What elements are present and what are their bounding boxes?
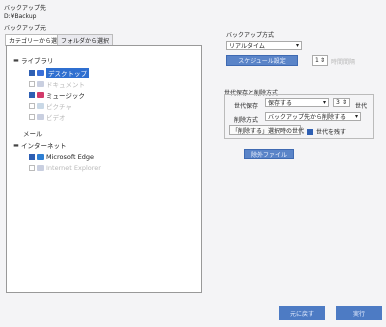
category-tree: ▬ ライブラリ デスクトップ ドキュメント ミュージック ピクチャ ビデオ メー… xyxy=(6,45,202,293)
gen-unit-label: 世代 xyxy=(355,103,368,110)
collapse-icon[interactable]: ▬ xyxy=(13,57,19,64)
tree-item-music[interactable]: ミュージック xyxy=(29,90,85,100)
tree-item-ie-label: Internet Explorer xyxy=(46,164,101,172)
checkbox-icon[interactable] xyxy=(29,103,35,109)
delete-method-value: バックアップ先から削除する xyxy=(268,114,347,121)
keep-generation-checkbox[interactable]: 世代を残す xyxy=(307,127,346,136)
tree-node-internet-label: インターネット xyxy=(21,142,67,150)
chevron-down-icon: ▾ xyxy=(295,42,299,49)
tree-item-pictures[interactable]: ピクチャ xyxy=(29,101,72,111)
delete-method-select[interactable]: バックアップ先から削除する ▾ xyxy=(265,112,361,121)
pictures-icon xyxy=(37,103,44,109)
checkbox-icon[interactable] xyxy=(29,114,35,120)
checkbox-icon[interactable] xyxy=(29,70,35,76)
stepper-arrows-icon[interactable]: ⇕ xyxy=(320,57,325,64)
gen-count-value: 3 xyxy=(336,99,340,106)
ie-icon xyxy=(37,165,44,171)
gen-count-stepper[interactable]: 3 ⇕ xyxy=(333,98,350,107)
tree-item-ie[interactable]: Internet Explorer xyxy=(29,164,101,172)
backup-dest-path: D:¥Backup xyxy=(4,13,37,20)
tree-item-pictures-label: ピクチャ xyxy=(46,103,72,111)
music-icon xyxy=(37,92,44,98)
tree-item-documents[interactable]: ドキュメント xyxy=(29,79,85,89)
schedule-button[interactable]: スケジュール設定 xyxy=(226,55,298,66)
tree-node-mail[interactable]: メール xyxy=(23,128,43,138)
tree-item-documents-label: ドキュメント xyxy=(46,81,85,89)
restore-button[interactable]: 元に戻す xyxy=(279,306,325,320)
collapse-icon[interactable]: ▬ xyxy=(13,142,19,149)
stepper-arrows-icon[interactable]: ⇕ xyxy=(342,99,347,106)
tree-item-desktop[interactable]: デスクトップ xyxy=(29,68,89,78)
tree-node-mail-label: メール xyxy=(23,130,43,138)
backup-source-label: バックアップ元 xyxy=(4,25,47,32)
checkbox-icon[interactable] xyxy=(307,128,313,135)
method-label: バックアップ方式 xyxy=(226,32,275,39)
checkbox-icon[interactable] xyxy=(29,154,35,160)
tree-item-videos[interactable]: ビデオ xyxy=(29,112,66,122)
checkbox-icon[interactable] xyxy=(29,92,35,98)
checkbox-icon[interactable] xyxy=(29,81,35,87)
tree-node-internet[interactable]: ▬ インターネット xyxy=(13,140,67,151)
backup-dest-label: バックアップ先 xyxy=(4,5,47,12)
restore-generation-field[interactable]: 「削除する」選択時の世代 xyxy=(229,125,305,135)
edge-icon xyxy=(37,154,44,160)
generation-group: 世代保存 保存する ▾ 3 ⇕ 世代 削除方式 バックアップ先から削除する ▾ … xyxy=(224,94,374,139)
documents-icon xyxy=(37,81,44,87)
restore-generation-label: 「削除する」選択時の世代 xyxy=(232,127,305,135)
interval-value: 1 xyxy=(315,57,319,64)
run-button[interactable]: 実行 xyxy=(336,306,382,320)
gen-save-select[interactable]: 保存する ▾ xyxy=(265,98,329,107)
keep-generation-label: 世代を残す xyxy=(316,129,347,136)
tree-item-videos-label: ビデオ xyxy=(46,114,66,122)
tree-item-desktop-label: デスクトップ xyxy=(46,68,89,78)
exclude-files-button[interactable]: 除外ファイル xyxy=(244,149,294,159)
gen-save-value: 保存する xyxy=(268,100,293,107)
delete-method-label: 削除方式 xyxy=(234,117,259,124)
gen-save-label: 世代保存 xyxy=(234,103,259,110)
method-select-value: リアルタイム xyxy=(229,43,265,50)
interval-unit-label: 時間間隔 xyxy=(331,59,356,66)
tree-item-music-label: ミュージック xyxy=(46,92,85,100)
tree-node-library-label: ライブラリ xyxy=(21,57,54,65)
desktop-icon xyxy=(37,70,44,76)
chevron-down-icon: ▾ xyxy=(354,113,358,120)
tree-node-library[interactable]: ▬ ライブラリ xyxy=(13,55,54,66)
chevron-down-icon: ▾ xyxy=(322,99,326,106)
checkbox-icon[interactable] xyxy=(29,165,35,171)
method-select[interactable]: リアルタイム ▾ xyxy=(226,41,302,50)
interval-stepper[interactable]: 1 ⇕ xyxy=(312,55,328,66)
tree-item-edge-label: Microsoft Edge xyxy=(46,153,95,161)
videos-icon xyxy=(37,114,44,120)
tree-item-edge[interactable]: Microsoft Edge xyxy=(29,153,94,161)
